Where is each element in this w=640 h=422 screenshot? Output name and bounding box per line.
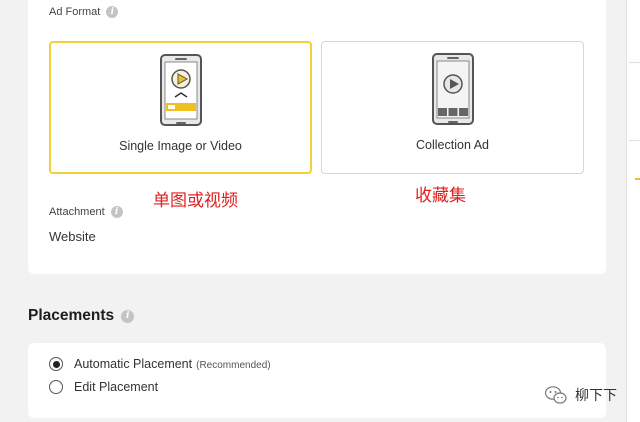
placement-option-label: Automatic Placement xyxy=(74,357,193,371)
attachment-value: Website xyxy=(49,229,96,244)
placements-heading: Placements i xyxy=(28,307,135,325)
side-panel-edge xyxy=(626,0,640,422)
divider xyxy=(629,140,640,141)
radio-button-checked[interactable] xyxy=(49,357,63,371)
placements-title: Placements xyxy=(28,307,115,324)
placement-option-automatic[interactable]: Automatic Placement (Recommended) xyxy=(49,357,271,371)
accent-mark xyxy=(635,178,640,180)
ad-format-label-group: Ad Format i xyxy=(49,6,119,18)
recommended-note: (Recommended) xyxy=(196,360,271,371)
info-icon[interactable]: i xyxy=(121,309,135,323)
attachment-label-group: Attachment i xyxy=(49,206,123,218)
annotation-collection: 收藏集 xyxy=(415,186,466,206)
phone-collection-icon xyxy=(431,53,474,125)
format-option-collection-ad[interactable]: Collection Ad xyxy=(321,41,584,174)
format-option-label: Single Image or Video xyxy=(119,139,242,153)
radio-button[interactable] xyxy=(49,380,63,394)
placement-option-label: Edit Placement xyxy=(74,380,159,394)
attachment-label: Attachment xyxy=(49,206,105,218)
format-option-single-image-or-video[interactable]: Single Image or Video xyxy=(49,41,312,174)
divider xyxy=(629,62,640,63)
format-option-label: Collection Ad xyxy=(416,138,489,152)
phone-video-icon xyxy=(159,54,202,126)
annotation-single-image-or-video: 单图或视频 xyxy=(153,191,238,211)
ad-format-label: Ad Format xyxy=(49,6,101,18)
watermark: 柳下下 xyxy=(545,385,617,405)
info-icon[interactable]: i xyxy=(106,6,119,18)
info-icon[interactable]: i xyxy=(110,206,123,218)
wechat-icon xyxy=(545,386,567,404)
watermark-text: 柳下下 xyxy=(575,388,617,404)
placement-option-edit[interactable]: Edit Placement xyxy=(49,380,158,394)
